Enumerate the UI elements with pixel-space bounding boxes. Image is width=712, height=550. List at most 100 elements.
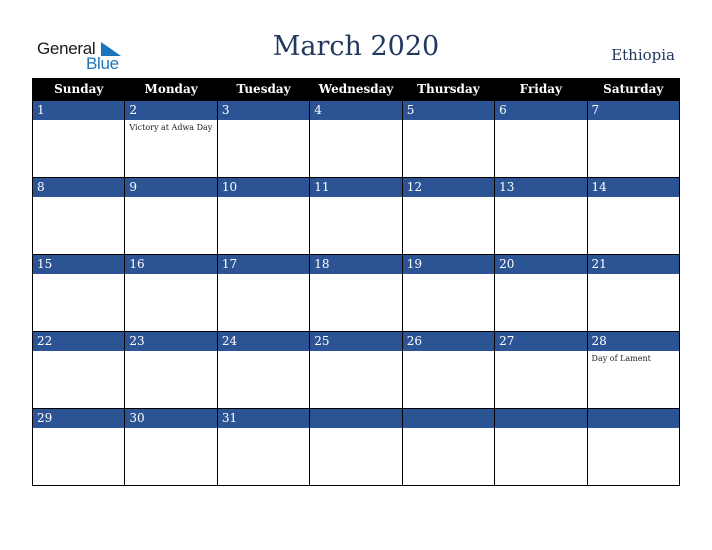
day-cell[interactable]: 14 [586, 177, 681, 255]
holiday-event [310, 197, 401, 199]
day-cell[interactable]: 6 [494, 100, 588, 178]
day-number: 6 [495, 101, 587, 120]
day-number: 5 [402, 101, 495, 120]
day-number: 10 [217, 178, 310, 197]
weekday-header-row: Sunday Monday Tuesday Wednesday Thursday… [31, 78, 681, 101]
week-row: 15 16 17 18 19 20 21 [31, 254, 681, 332]
holiday-event [33, 428, 124, 430]
holiday-event: Day of Lament [591, 354, 651, 363]
page-title: March 2020 [272, 31, 440, 62]
day-number: 3 [217, 101, 310, 120]
day-cell[interactable]: 2 Victory at Adwa Day [124, 100, 218, 178]
week-row: 1 2 Victory at Adwa Day 3 4 5 6 7 [31, 100, 681, 178]
day-cell[interactable]: 9 [124, 177, 218, 255]
weekday-header: Thursday [401, 78, 496, 101]
day-cell[interactable]: 1 [31, 100, 126, 178]
day-cell[interactable]: 16 [124, 254, 218, 332]
holiday-event [33, 351, 124, 353]
holiday-event [588, 274, 679, 276]
day-cell[interactable]: 13 [494, 177, 588, 255]
weekday-header: Monday [124, 78, 218, 101]
holiday-event [310, 274, 401, 276]
day-cell[interactable]: 24 [216, 331, 311, 409]
day-cell[interactable]: 31 [216, 408, 311, 486]
day-number: 4 [310, 101, 402, 120]
day-cell[interactable]: 17 [216, 254, 311, 332]
day-number: 19 [402, 255, 495, 274]
holiday-event [495, 351, 586, 353]
day-cell[interactable]: 29 [31, 408, 126, 486]
day-number: 22 [33, 332, 125, 351]
holiday-event [403, 351, 494, 353]
day-cell[interactable]: 26 [401, 331, 496, 409]
day-number: 25 [310, 332, 402, 351]
holiday-event [495, 428, 586, 430]
holiday-event [495, 197, 586, 199]
holiday-event [310, 120, 401, 122]
day-cell[interactable]: 4 [309, 100, 403, 178]
day-cell[interactable] [401, 408, 496, 486]
holiday-event [310, 428, 401, 430]
holiday-event [403, 120, 494, 122]
holiday-event [218, 120, 309, 122]
holiday-event: Victory at Adwa Day [129, 123, 213, 132]
holiday-event [33, 197, 124, 199]
day-number: 30 [125, 409, 217, 428]
day-cell[interactable] [494, 408, 588, 486]
day-cell[interactable] [586, 408, 681, 486]
day-cell[interactable]: 7 [586, 100, 681, 178]
day-number: 14 [587, 178, 679, 197]
day-number [402, 409, 495, 428]
day-number: 8 [33, 178, 125, 197]
holiday-event [125, 197, 216, 199]
day-cell[interactable] [309, 408, 403, 486]
holiday-event [218, 428, 309, 430]
week-row: 8 9 10 11 12 13 14 [31, 177, 681, 255]
day-number: 13 [495, 178, 587, 197]
day-cell[interactable]: 25 [309, 331, 403, 409]
holiday-event [310, 351, 401, 353]
day-cell[interactable]: 5 [401, 100, 496, 178]
day-cell[interactable]: 30 [124, 408, 218, 486]
day-cell[interactable]: 8 [31, 177, 126, 255]
day-number [587, 409, 679, 428]
country-label: Ethiopia [611, 46, 675, 64]
day-number: 9 [125, 178, 217, 197]
week-row: 22 23 24 25 26 27 28 Day of Lament [31, 331, 681, 409]
calendar-grid: Sunday Monday Tuesday Wednesday Thursday… [31, 78, 681, 486]
day-cell[interactable]: 28 Day of Lament [586, 331, 681, 409]
holiday-event [218, 274, 309, 276]
day-cell[interactable]: 18 [309, 254, 403, 332]
day-cell[interactable]: 11 [309, 177, 403, 255]
day-cell[interactable]: 22 [31, 331, 126, 409]
day-number: 12 [402, 178, 495, 197]
day-number: 11 [310, 178, 402, 197]
week-row: 29 30 31 [31, 408, 681, 486]
holiday-event [403, 274, 494, 276]
holiday-event [218, 351, 309, 353]
day-cell[interactable]: 19 [401, 254, 496, 332]
weekday-header: Tuesday [216, 78, 311, 101]
day-number: 28 [587, 332, 679, 351]
weekday-header: Sunday [31, 78, 126, 101]
day-cell[interactable]: 15 [31, 254, 126, 332]
holiday-event [588, 120, 679, 122]
holiday-event [218, 197, 309, 199]
day-cell[interactable]: 12 [401, 177, 496, 255]
day-cell[interactable]: 27 [494, 331, 588, 409]
holiday-event [403, 197, 494, 199]
day-number: 1 [33, 101, 125, 120]
day-cell[interactable]: 3 [216, 100, 311, 178]
day-cell[interactable]: 21 [586, 254, 681, 332]
holiday-event [33, 274, 124, 276]
day-number: 18 [310, 255, 402, 274]
day-cell[interactable]: 10 [216, 177, 311, 255]
day-cell[interactable]: 23 [124, 331, 218, 409]
holiday-event [33, 120, 124, 122]
holiday-event [588, 428, 679, 430]
day-cell[interactable]: 20 [494, 254, 588, 332]
day-number: 27 [495, 332, 587, 351]
holiday-event [403, 428, 494, 430]
day-number: 31 [217, 409, 310, 428]
holiday-event [125, 274, 216, 276]
